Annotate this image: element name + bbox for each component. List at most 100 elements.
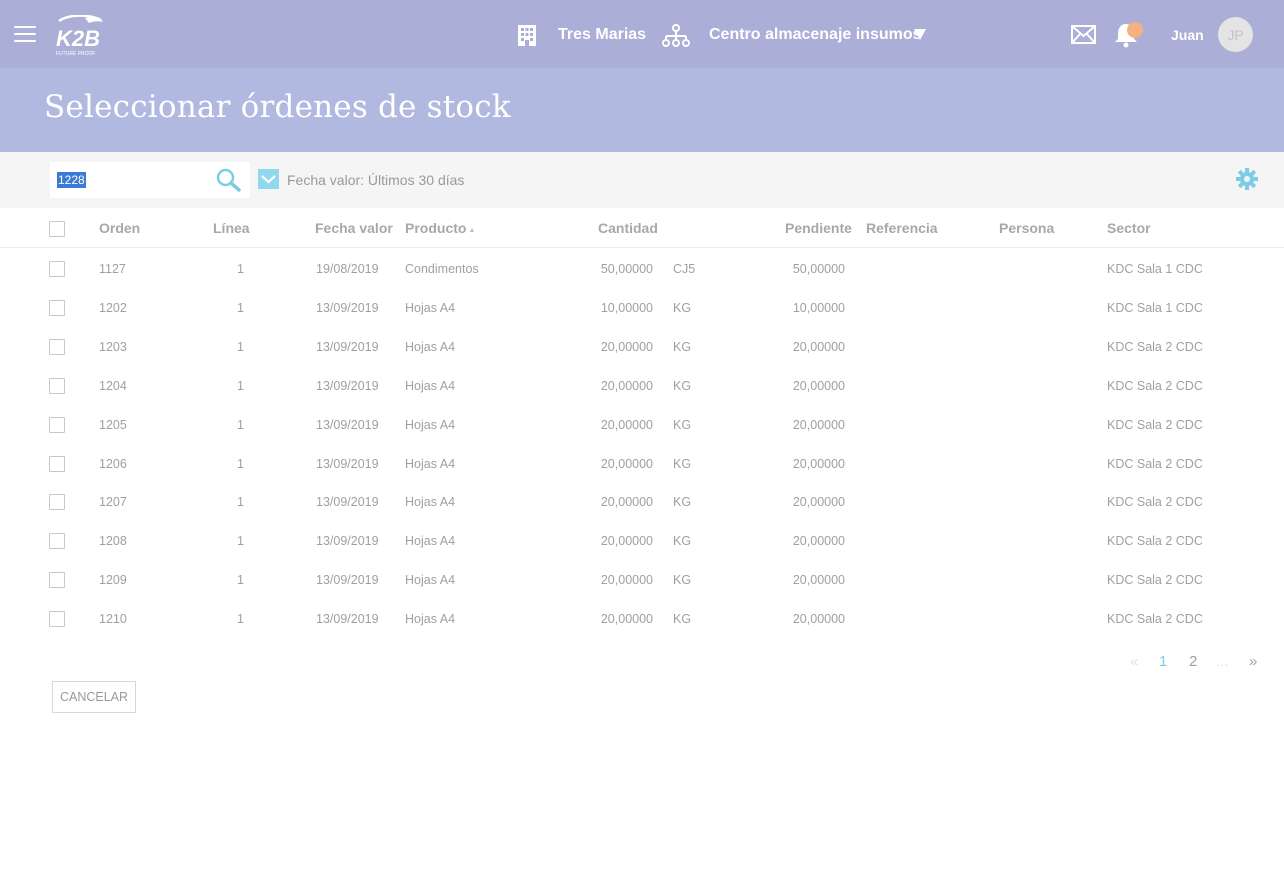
date-filter-checkbox[interactable] — [258, 169, 279, 189]
row-checkbox[interactable] — [49, 339, 65, 355]
mail-icon[interactable] — [1071, 25, 1096, 49]
row-checkbox[interactable] — [49, 494, 65, 510]
search-input-value[interactable]: 1228 — [57, 172, 86, 188]
cell-unidad: KG — [673, 340, 692, 354]
cell-unidad: KG — [673, 457, 692, 471]
cell-pendiente: 10,00000 — [792, 301, 845, 315]
cell-pendiente: 20,00000 — [792, 418, 845, 432]
row-checkbox[interactable] — [49, 378, 65, 394]
cell-fecha: 19/08/2019 — [316, 262, 379, 276]
gear-icon[interactable] — [1236, 168, 1258, 195]
cell-cantidad: 20,00000 — [600, 379, 653, 393]
cell-cantidad: 20,00000 — [600, 457, 653, 471]
cell-sector: KDC Sala 2 CDC — [1107, 573, 1203, 587]
cell-orden: 1206 — [99, 457, 127, 471]
row-checkbox[interactable] — [49, 417, 65, 433]
hamburger-menu-icon[interactable] — [14, 26, 36, 43]
svg-text:FUTURE PROOF: FUTURE PROOF — [56, 51, 95, 57]
cell-unidad: KG — [673, 612, 692, 626]
cell-producto: Hojas A4 — [405, 301, 456, 315]
cell-producto: Hojas A4 — [405, 612, 456, 626]
caret-down-icon[interactable] — [914, 29, 926, 40]
cell-pendiente: 20,00000 — [792, 612, 845, 626]
cell-unidad: CJ5 — [673, 262, 696, 276]
cell-cantidad: 10,00000 — [600, 301, 653, 315]
cell-unidad: KG — [673, 534, 692, 548]
row-checkbox[interactable] — [49, 456, 65, 472]
col-fecha[interactable]: Fecha valor — [315, 220, 393, 236]
cell-fecha: 13/09/2019 — [316, 418, 379, 432]
building-icon — [517, 25, 537, 51]
cell-producto: Hojas A4 — [405, 534, 456, 548]
cell-linea: 1 — [237, 379, 244, 393]
col-producto[interactable]: Producto ▲ — [405, 220, 475, 236]
col-producto-label: Producto — [405, 220, 467, 236]
cell-fecha: 13/09/2019 — [316, 457, 379, 471]
cell-sector: KDC Sala 2 CDC — [1107, 612, 1203, 626]
pagination-page-2[interactable]: 2 — [1189, 653, 1197, 670]
date-filter-label: Fecha valor: Últimos 30 días — [287, 172, 465, 188]
cell-orden: 1204 — [99, 379, 127, 393]
cancel-button[interactable]: CANCELAR — [52, 681, 136, 713]
cell-sector: KDC Sala 2 CDC — [1107, 495, 1203, 509]
cell-orden: 1127 — [99, 262, 126, 276]
cell-orden: 1208 — [99, 534, 127, 548]
checkmark-icon — [261, 175, 276, 184]
cell-cantidad: 20,00000 — [600, 573, 653, 587]
cell-producto: Hojas A4 — [405, 495, 456, 509]
cell-cantidad: 50,00000 — [600, 262, 653, 276]
cell-linea: 1 — [237, 495, 244, 509]
row-checkbox[interactable] — [49, 533, 65, 549]
cell-sector: KDC Sala 1 CDC — [1107, 262, 1203, 276]
cell-producto: Hojas A4 — [405, 418, 456, 432]
user-name[interactable]: Juan — [1171, 27, 1204, 43]
row-checkbox[interactable] — [49, 611, 65, 627]
cell-producto: Hojas A4 — [405, 573, 456, 587]
k2b-logo[interactable]: K2B FUTURE PROOF — [55, 14, 107, 57]
cell-producto: Condimentos — [405, 262, 479, 276]
cell-linea: 1 — [237, 612, 244, 626]
search-icon[interactable] — [216, 168, 241, 197]
pagination-page-1[interactable]: 1 — [1159, 653, 1167, 670]
cell-cantidad: 20,00000 — [600, 418, 653, 432]
row-checkbox[interactable] — [49, 300, 65, 316]
cell-linea: 1 — [237, 340, 244, 354]
pagination-ellipsis: ... — [1216, 653, 1229, 670]
cell-orden: 1202 — [99, 301, 127, 315]
pagination-prev[interactable]: « — [1130, 653, 1138, 670]
cell-producto: Hojas A4 — [405, 379, 456, 393]
cell-fecha: 13/09/2019 — [316, 379, 379, 393]
cell-fecha: 13/09/2019 — [316, 612, 379, 626]
row-checkbox[interactable] — [49, 572, 65, 588]
col-orden[interactable]: Orden — [99, 220, 140, 236]
cell-sector: KDC Sala 2 CDC — [1107, 379, 1203, 393]
warehouse-selector[interactable]: Centro almacenaje insumos — [709, 26, 922, 44]
cell-producto: Hojas A4 — [405, 340, 456, 354]
col-sector[interactable]: Sector — [1107, 220, 1151, 236]
cell-unidad: KG — [673, 301, 692, 315]
cell-fecha: 13/09/2019 — [316, 301, 379, 315]
row-checkbox[interactable] — [49, 261, 65, 277]
company-selector[interactable]: Tres Marias — [558, 26, 646, 44]
col-linea[interactable]: Línea — [213, 220, 250, 236]
cell-fecha: 13/09/2019 — [316, 534, 379, 548]
cell-pendiente: 20,00000 — [792, 573, 845, 587]
col-referencia[interactable]: Referencia — [866, 220, 938, 236]
pagination-next[interactable]: » — [1249, 653, 1257, 670]
cell-linea: 1 — [237, 418, 244, 432]
cell-pendiente: 20,00000 — [792, 495, 845, 509]
col-cantidad[interactable]: Cantidad — [598, 220, 658, 236]
cell-fecha: 13/09/2019 — [316, 495, 379, 509]
avatar[interactable]: JP — [1218, 17, 1253, 52]
col-persona[interactable]: Persona — [999, 220, 1054, 236]
cell-linea: 1 — [237, 534, 244, 548]
select-all-checkbox[interactable] — [49, 221, 65, 237]
cell-linea: 1 — [237, 457, 244, 471]
cell-sector: KDC Sala 2 CDC — [1107, 457, 1203, 471]
cell-sector: KDC Sala 2 CDC — [1107, 534, 1203, 548]
col-pendiente[interactable]: Pendiente — [785, 220, 852, 236]
page-title: Seleccionar órdenes de stock — [44, 89, 511, 125]
cell-unidad: KG — [673, 418, 692, 432]
org-tree-icon — [661, 24, 691, 53]
cell-cantidad: 20,00000 — [600, 495, 653, 509]
